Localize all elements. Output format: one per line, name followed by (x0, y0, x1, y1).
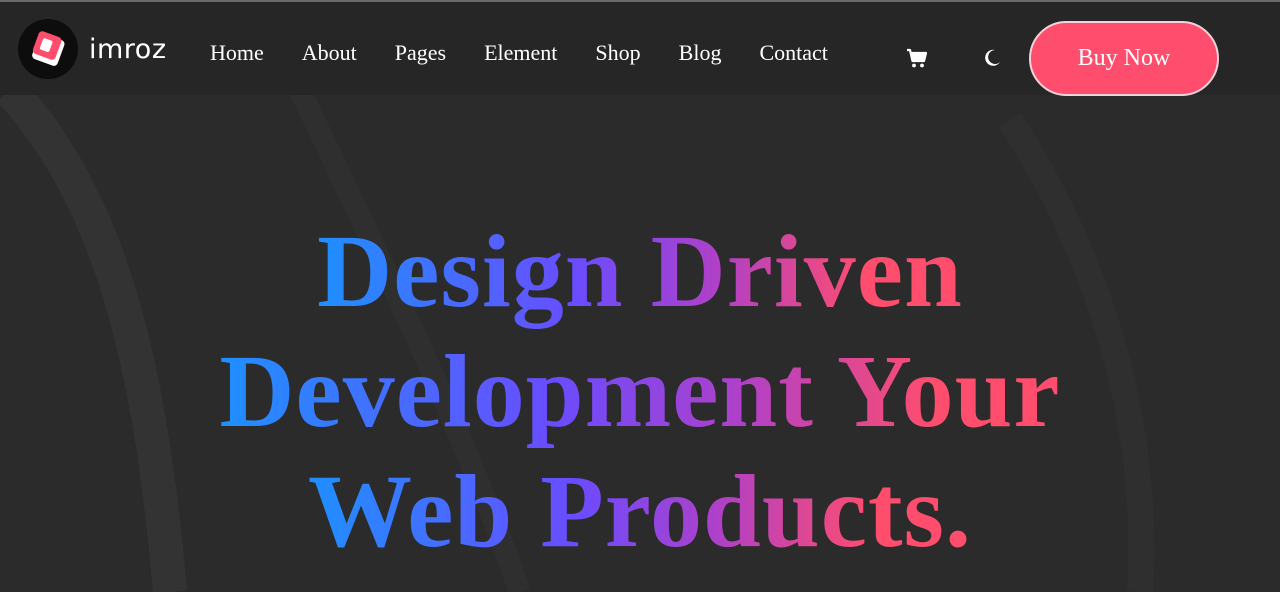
nav-item-home[interactable]: Home (210, 38, 264, 68)
nav-item-shop[interactable]: Shop (595, 38, 640, 68)
brand-name: imroz (89, 33, 167, 65)
hero-line-2: Development Your (219, 334, 1061, 449)
buy-now-button[interactable]: Buy Now (1029, 21, 1219, 96)
page: imroz Home About Pages Element Shop Blog… (0, 0, 1280, 592)
logo[interactable]: imroz (18, 19, 167, 79)
logo-icon (18, 19, 78, 79)
nav-item-pages[interactable]: Pages (395, 38, 446, 68)
hero-heading: Design Driven Development Your Web Produ… (0, 212, 1280, 572)
hero-line-3: Web Products. (307, 454, 972, 569)
moon-icon[interactable] (981, 47, 1003, 69)
hero-line-1: Design Driven (317, 214, 963, 329)
cart-icon[interactable] (905, 46, 929, 70)
site-header: imroz Home About Pages Element Shop Blog… (0, 0, 1280, 96)
nav-item-about[interactable]: About (302, 38, 357, 68)
nav-item-blog[interactable]: Blog (679, 38, 722, 68)
main-nav: Home About Pages Element Shop Blog Conta… (210, 38, 866, 68)
nav-item-contact[interactable]: Contact (759, 38, 827, 68)
nav-item-element[interactable]: Element (484, 38, 557, 68)
